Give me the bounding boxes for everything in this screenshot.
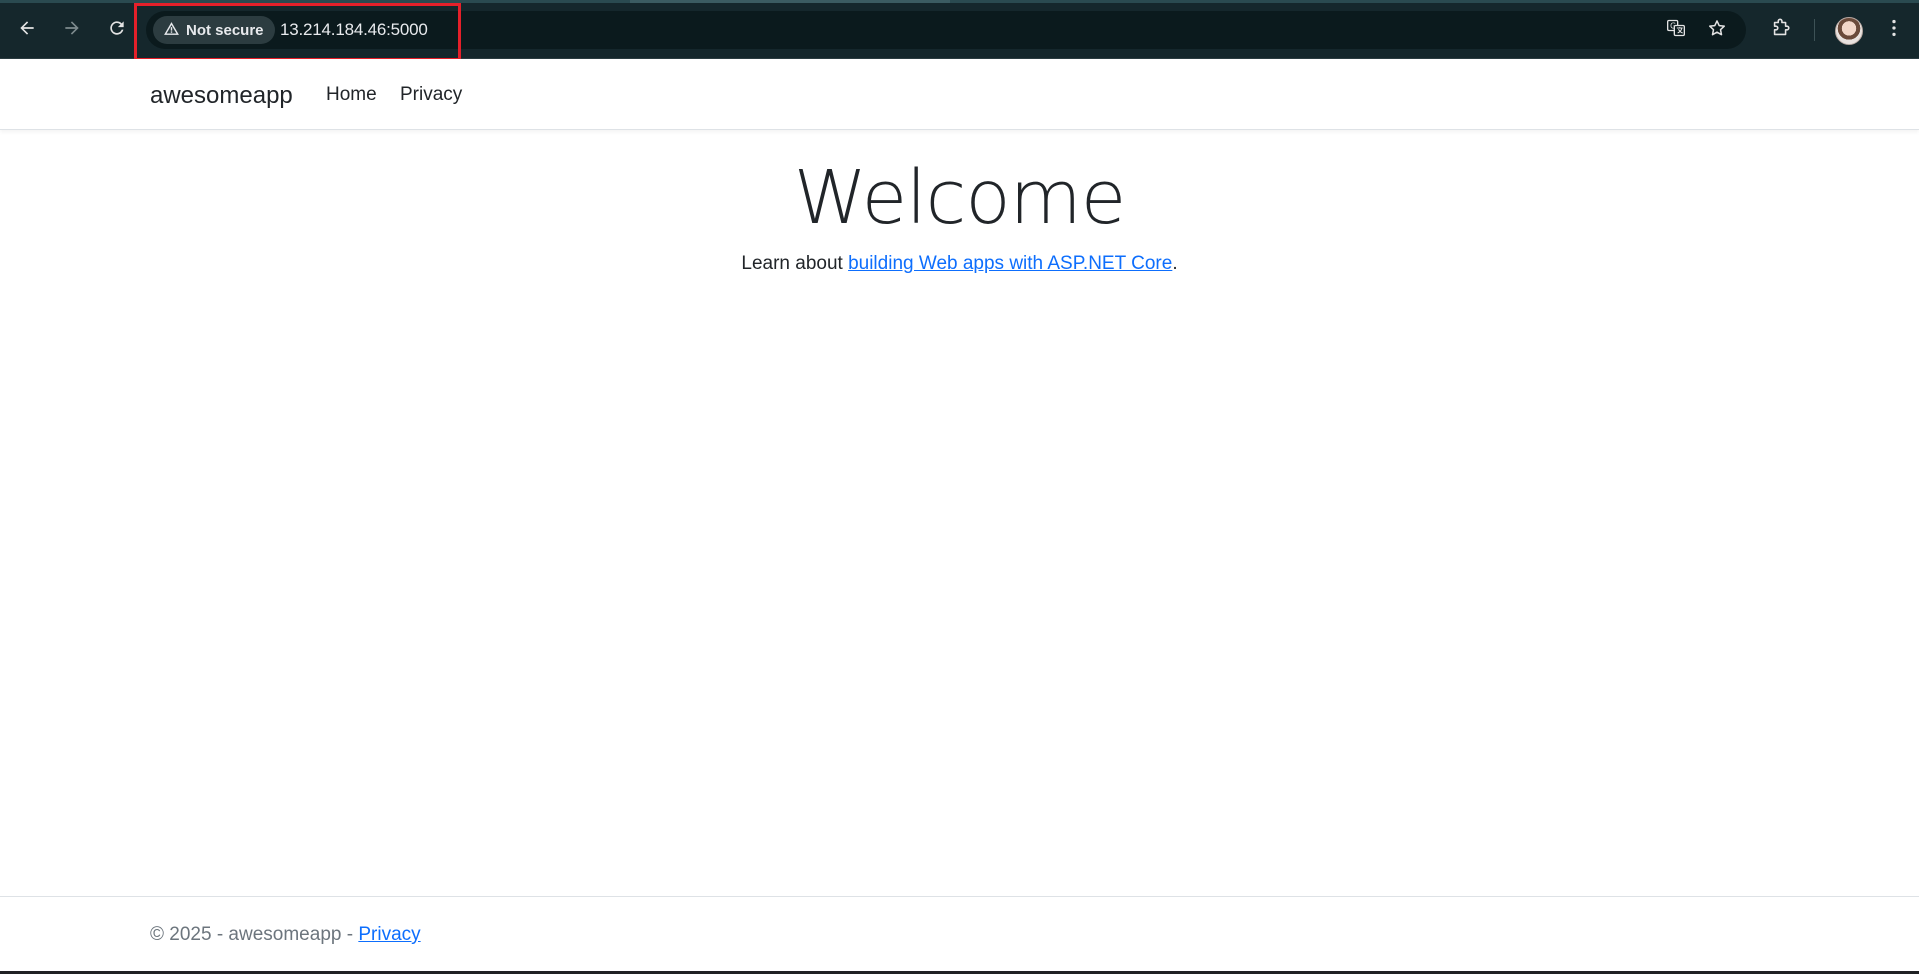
aspnet-docs-link[interactable]: building Web apps with ASP.NET Core	[848, 253, 1172, 274]
puzzle-icon	[1770, 17, 1792, 44]
warning-triangle-icon	[163, 20, 180, 41]
url-text[interactable]: 13.214.184.46:5000	[280, 20, 428, 40]
reload-button[interactable]	[99, 12, 135, 48]
forward-arrow-icon	[62, 18, 82, 43]
main-content: Welcome Learn about building Web apps wi…	[0, 130, 1919, 294]
security-indicator[interactable]: Not secure	[153, 16, 275, 44]
security-label: Not secure	[186, 21, 264, 39]
footer-privacy-link[interactable]: Privacy	[358, 924, 420, 945]
avatar[interactable]	[1835, 17, 1863, 45]
footer-text: © 2025 - awesomeapp - Privacy	[150, 924, 421, 946]
back-button[interactable]	[9, 12, 45, 48]
lead-text: Learn about building Web apps with ASP.N…	[0, 253, 1919, 275]
reload-icon	[107, 18, 127, 43]
star-icon	[1707, 18, 1727, 43]
copyright-text: © 2025 - awesomeapp -	[150, 924, 359, 945]
nav-link-privacy[interactable]: Privacy	[400, 84, 462, 106]
site-navbar: awesomeapp Home Privacy	[0, 59, 1919, 130]
browser-menu-button[interactable]	[1878, 14, 1910, 46]
bookmark-button[interactable]	[1703, 16, 1731, 44]
brand-link[interactable]: awesomeapp	[150, 82, 293, 110]
nav-link-home[interactable]: Home	[326, 84, 377, 106]
extensions-button[interactable]	[1765, 14, 1797, 46]
lead-prefix: Learn about	[741, 253, 849, 275]
browser-toolbar: Not secure 13.214.184.46:5000 G	[0, 0, 1919, 59]
tab-strip-edge	[0, 0, 1919, 3]
page-title: Welcome	[793, 155, 1127, 241]
address-bar[interactable]: Not secure 13.214.184.46:5000 G	[146, 11, 1746, 49]
kebab-menu-icon	[1883, 17, 1905, 44]
active-tab-edge	[630, 0, 950, 3]
translate-button[interactable]: G	[1662, 16, 1690, 44]
site-footer: © 2025 - awesomeapp - Privacy	[0, 896, 1919, 975]
lead-suffix: .	[1172, 253, 1178, 275]
back-arrow-icon	[17, 18, 37, 43]
translate-icon: G	[1666, 18, 1686, 43]
toolbar-divider	[1814, 19, 1815, 41]
forward-button[interactable]	[54, 12, 90, 48]
